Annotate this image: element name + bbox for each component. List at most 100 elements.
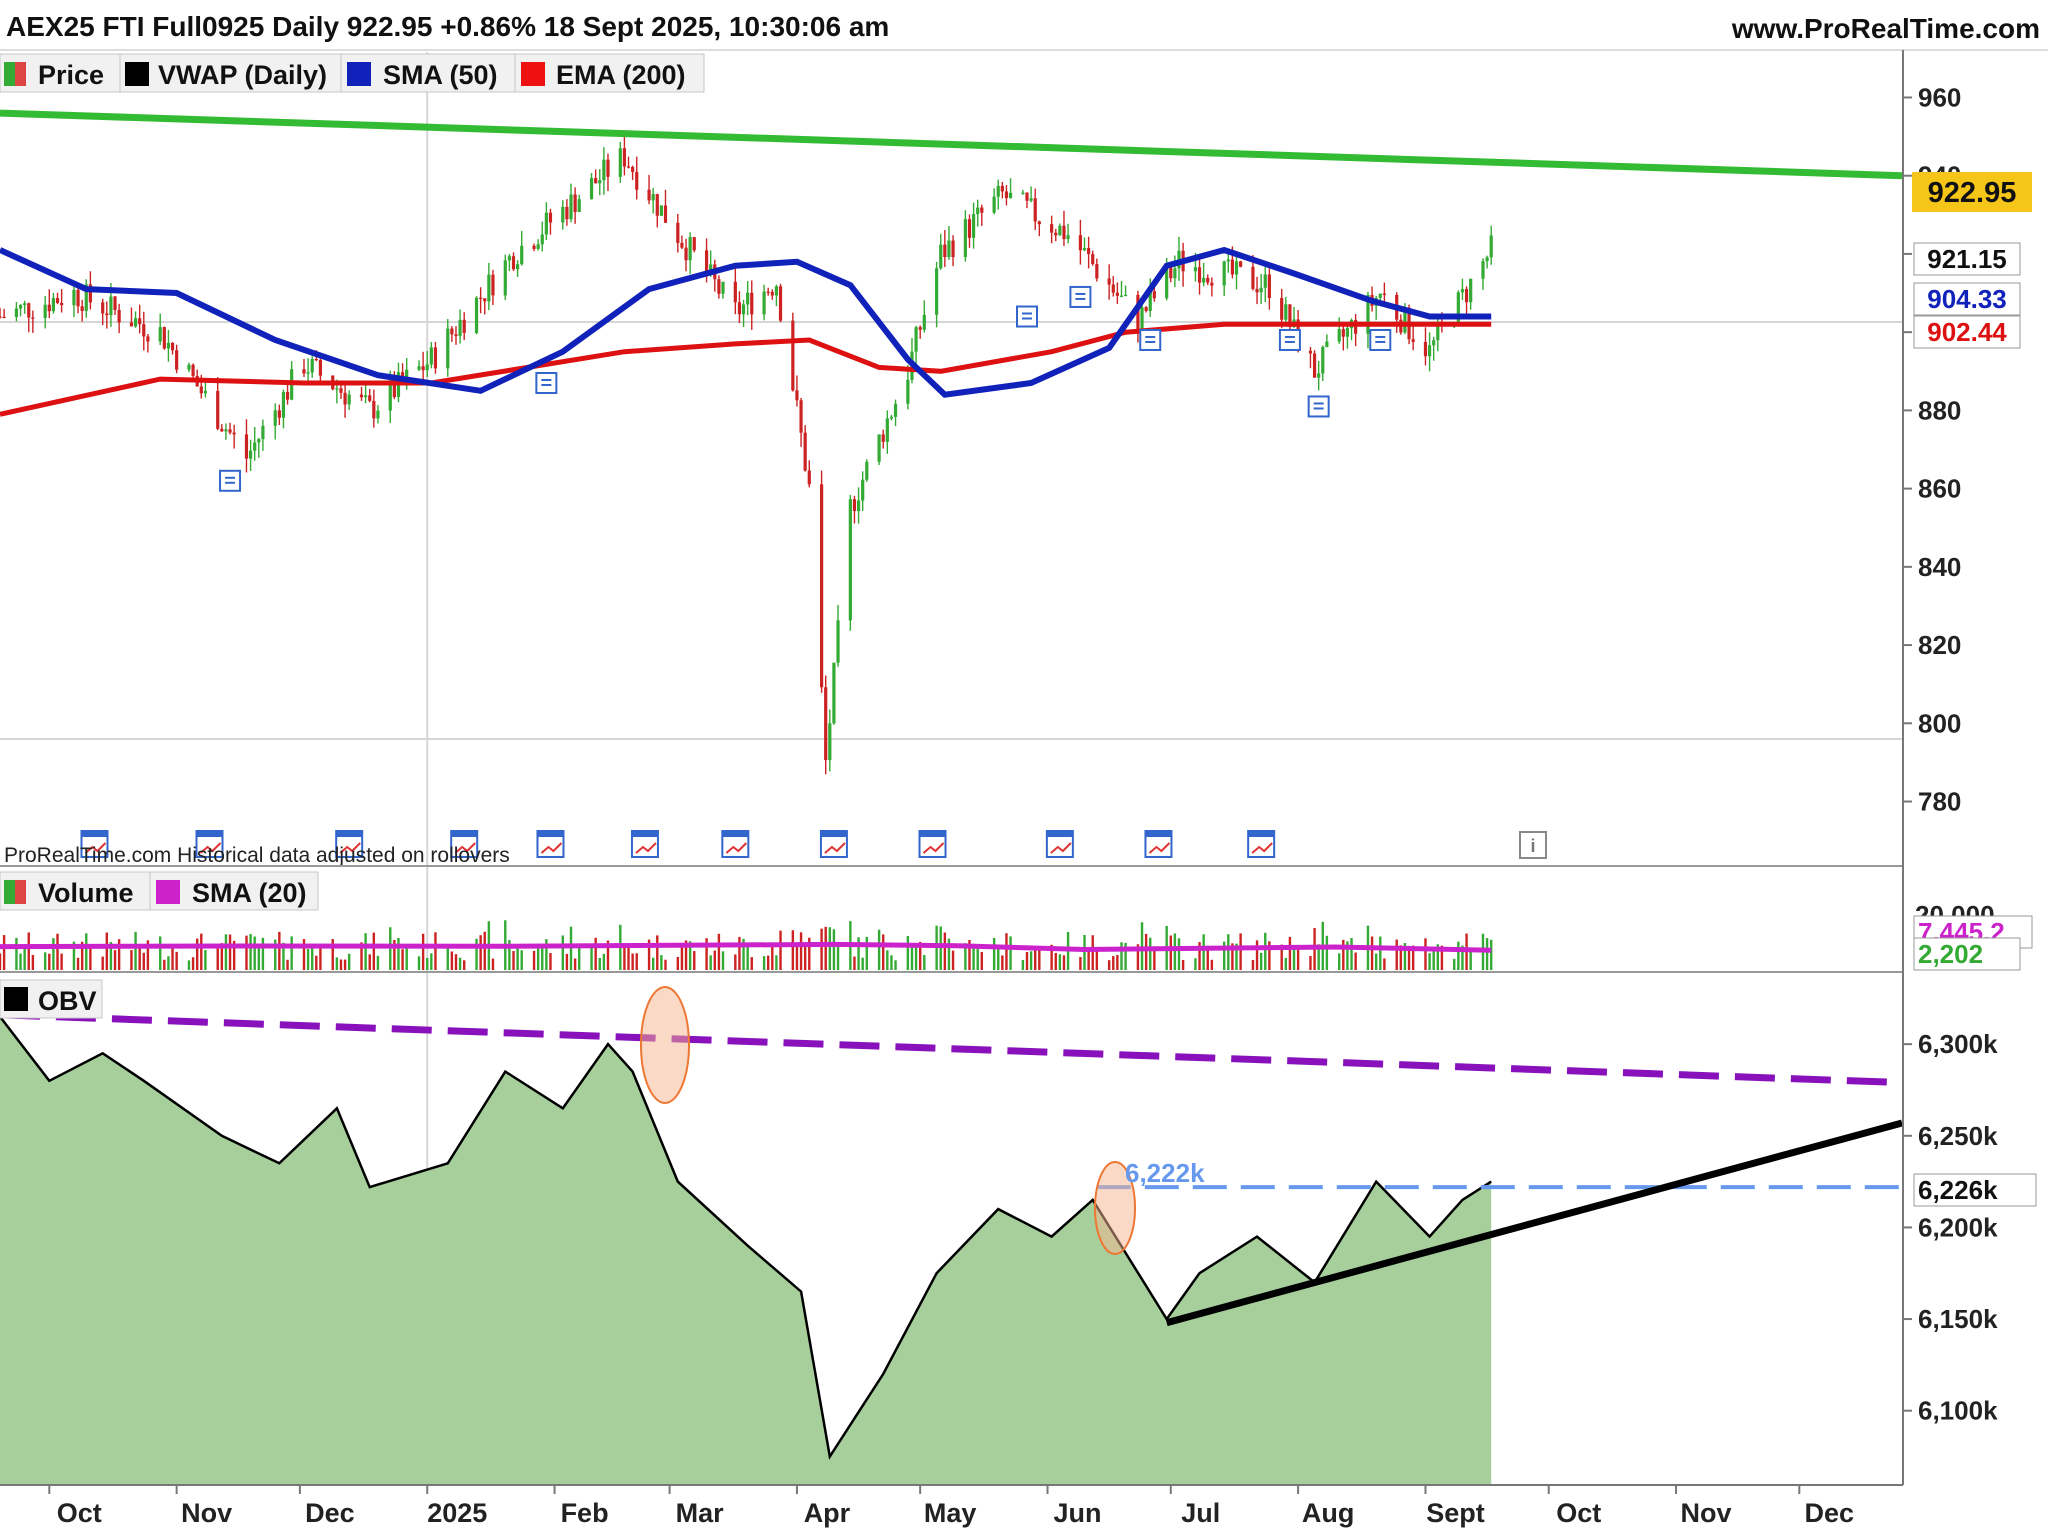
- candle-body: [458, 319, 462, 336]
- candle-body: [704, 250, 709, 274]
- candle-body: [1345, 328, 1350, 337]
- volume-bar: [1284, 957, 1288, 970]
- sma-swatch-icon: [347, 62, 371, 86]
- candle-body: [80, 306, 84, 311]
- volume-bar: [549, 953, 552, 970]
- candle-body: [992, 196, 996, 213]
- volume-bar: [1173, 933, 1177, 970]
- price-axis-label: 860: [1918, 474, 1961, 504]
- candle-body: [980, 207, 984, 213]
- volume-bar: [656, 935, 659, 970]
- volume-bar: [627, 947, 630, 970]
- volume-bar: [541, 945, 544, 970]
- candle-body: [692, 237, 696, 251]
- volume-bar: [228, 934, 232, 970]
- candle-body: [43, 304, 47, 318]
- calendar-icon[interactable]: [918, 830, 947, 858]
- candle-body: [520, 245, 524, 265]
- candle-body: [721, 281, 725, 294]
- candle-body: [947, 240, 951, 258]
- document-icon[interactable]: [1369, 328, 1392, 351]
- volume-legend: Volume SMA (20): [0, 871, 319, 911]
- obv-last-value: 6,226k: [1918, 1175, 1998, 1205]
- volume-bar: [405, 945, 408, 970]
- document-icon[interactable]: [1139, 328, 1162, 351]
- calendar-icon[interactable]: [1144, 830, 1173, 858]
- document-icon[interactable]: [1069, 285, 1092, 308]
- volume-bar: [347, 953, 351, 970]
- obv-panel[interactable]: 6,222k OBV: [0, 979, 1903, 1484]
- candle-body: [1140, 307, 1144, 332]
- obv-legend[interactable]: OBV: [0, 979, 103, 1019]
- volume-bar: [19, 953, 22, 970]
- info-icon[interactable]: i: [1519, 831, 1547, 859]
- candle-body: [1152, 291, 1156, 299]
- legend-price[interactable]: Price: [4, 60, 104, 90]
- volume-bar: [824, 926, 827, 970]
- candle-body: [487, 274, 491, 302]
- volume-bar: [877, 929, 881, 970]
- candle-body: [881, 434, 885, 442]
- candle-body: [971, 214, 976, 238]
- candle-body: [1222, 261, 1226, 286]
- volume-bar: [105, 932, 109, 970]
- candle-body: [1202, 277, 1206, 283]
- candle-body: [310, 358, 314, 373]
- legend-sma[interactable]: SMA (50): [347, 60, 498, 90]
- volume-bar: [516, 945, 519, 970]
- volume-bar: [113, 950, 117, 970]
- chart-canvas[interactable]: AEX25 FTI Full0925 Daily 922.95 +0.86% 1…: [0, 0, 2048, 1536]
- volume-bar: [943, 932, 947, 970]
- volume-bar: [914, 945, 918, 970]
- legend-vol-sma[interactable]: SMA (20): [156, 878, 307, 908]
- document-icon[interactable]: [1278, 328, 1301, 351]
- candle-body: [376, 410, 380, 419]
- svg-text:i: i: [1530, 836, 1535, 856]
- legend-ema-label: EMA (200): [556, 60, 686, 90]
- time-axis-label: Feb: [561, 1498, 609, 1528]
- time-axis-label: Sept: [1426, 1498, 1485, 1528]
- document-icon[interactable]: [219, 469, 242, 492]
- volume-bar: [923, 955, 926, 970]
- candle-body: [216, 390, 220, 429]
- volume-bar: [1338, 953, 1341, 970]
- price-axis-label: 780: [1918, 787, 1961, 817]
- volume-bar: [1144, 933, 1148, 970]
- volume-panel[interactable]: Volume SMA (20): [0, 871, 1493, 970]
- time-axis[interactable]: Oct Nov Dec 2025 Feb Mar Apr May Jun Jul Aug Sept Oc…: [48, 1485, 1854, 1528]
- candle-body: [1321, 347, 1325, 374]
- legend-volume[interactable]: Volume: [4, 878, 134, 908]
- volume-bar: [175, 951, 178, 970]
- obv-axis[interactable]: 6,300k 6,250k 6,200k 6,150k 6,100k: [1903, 1029, 1998, 1426]
- candle-body: [799, 400, 803, 433]
- calendar-icon[interactable]: [1247, 830, 1276, 858]
- volume-bar: [171, 946, 174, 970]
- volume-bar: [820, 928, 823, 970]
- calendar-icon[interactable]: [630, 830, 659, 858]
- document-icon[interactable]: [1015, 305, 1038, 328]
- calendar-icon[interactable]: [1045, 830, 1074, 858]
- calendar-icon[interactable]: [819, 830, 848, 858]
- candle-body: [511, 256, 516, 270]
- volume-bar: [1292, 946, 1296, 970]
- volume-bar: [397, 937, 400, 970]
- volume-axis[interactable]: 20,000 7,445.2 2,202: [1913, 900, 2033, 971]
- document-icon[interactable]: [1307, 395, 1330, 418]
- document-icon[interactable]: [535, 372, 558, 395]
- volume-bar: [48, 953, 51, 970]
- candle-body: [544, 212, 548, 235]
- site-label[interactable]: www.ProRealTime.com: [1731, 13, 2040, 44]
- candle-body: [1284, 304, 1288, 320]
- volume-bar: [573, 958, 577, 970]
- time-axis-label: Nov: [181, 1498, 232, 1528]
- calendar-icon[interactable]: [721, 830, 750, 858]
- volume-bar: [1490, 939, 1493, 970]
- candle-body: [1050, 224, 1054, 233]
- candle-body: [622, 148, 627, 167]
- volume-bar: [894, 960, 897, 970]
- volume-bar: [602, 953, 606, 970]
- volume-bar: [738, 936, 741, 970]
- volume-bar: [803, 944, 807, 970]
- time-axis-label: Apr: [804, 1498, 851, 1528]
- calendar-icon[interactable]: [536, 830, 565, 858]
